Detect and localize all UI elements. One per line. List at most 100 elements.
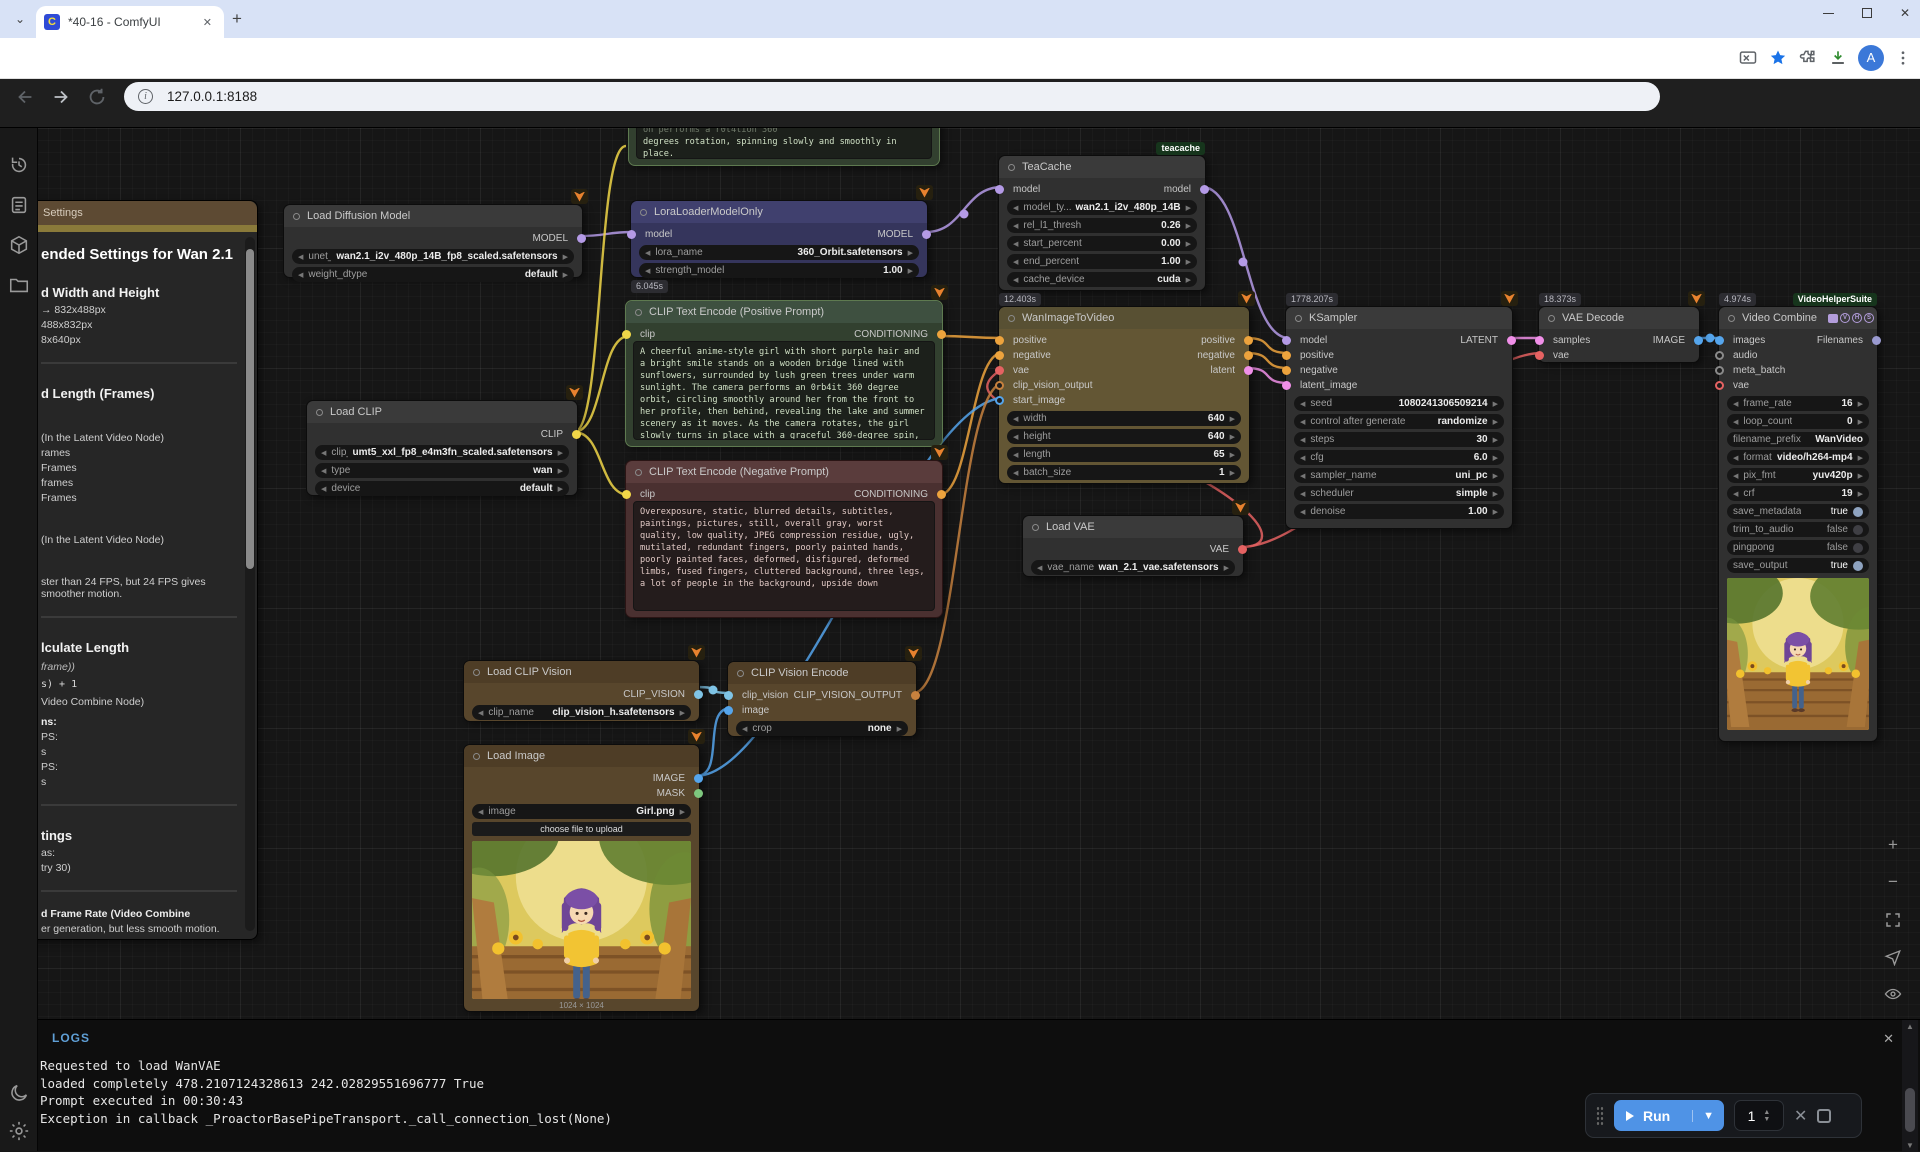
output-port-IMAGE[interactable] — [1694, 336, 1703, 345]
prompt-textarea[interactable]: on performs a r0t4tion 360degrees rotati… — [636, 128, 932, 159]
widget-pix_fmt[interactable]: ◀pix_fmtyuv420p▶ — [1727, 468, 1869, 483]
reload-icon[interactable] — [86, 86, 108, 108]
output-port-IMAGE[interactable] — [694, 774, 703, 783]
widget-denoise[interactable]: ◀denoise1.00▶ — [1294, 504, 1504, 519]
prompt-textarea[interactable]: A cheerful anime-style girl with short p… — [633, 341, 935, 440]
widget-clip_name[interactable]: ◀clip_nameclip_vision_h.safetensors▶ — [472, 705, 691, 720]
collapse-dot-icon[interactable] — [1008, 315, 1015, 322]
collapse-dot-icon[interactable] — [473, 753, 480, 760]
widget-batch_size[interactable]: ◀batch_size1▶ — [1007, 465, 1241, 480]
stepper-arrows[interactable]: ▲▼ — [1763, 1109, 1770, 1123]
widget-sampler_name[interactable]: ◀sampler_nameuni_pc▶ — [1294, 468, 1504, 483]
bookmark-star-icon[interactable] — [1768, 48, 1788, 68]
output-port-CLIP_VISION[interactable] — [694, 690, 703, 699]
notes-node-settings[interactable]: Settings ended Settings for Wan 2.1d Wid… — [0, 200, 258, 940]
profile-avatar[interactable]: A — [1858, 45, 1884, 71]
node-title[interactable]: Load Image — [464, 745, 699, 767]
input-port-images[interactable] — [1715, 336, 1724, 345]
collapse-dot-icon[interactable] — [316, 409, 323, 416]
zoom-in-button[interactable]: + — [1880, 833, 1906, 859]
collapse-dot-icon[interactable] — [473, 669, 480, 676]
output-port-negative[interactable] — [1244, 351, 1253, 360]
notes-scroll-thumb[interactable] — [246, 249, 254, 569]
clear-queue-icon[interactable]: ✕ — [1794, 1106, 1807, 1126]
node-title[interactable]: LoraLoaderModelOnly — [631, 201, 927, 223]
input-port-clip_vision[interactable] — [724, 691, 733, 700]
output-port-VAE[interactable] — [1238, 545, 1247, 554]
input-port-clip[interactable] — [622, 490, 631, 499]
node-title[interactable]: CLIP Vision Encode — [728, 662, 916, 684]
collapse-dot-icon[interactable] — [1295, 315, 1302, 322]
output-port-CLIP[interactable] — [572, 430, 581, 439]
node-title[interactable]: Load CLIP Vision — [464, 661, 699, 683]
widget-height[interactable]: ◀height640▶ — [1007, 429, 1241, 444]
node-title[interactable]: CLIP Text Encode (Negative Prompt) — [626, 461, 942, 483]
logs-close-icon[interactable]: ✕ — [1883, 1031, 1894, 1047]
toggle-trim_to_audio[interactable]: trim_to_audiofalse — [1727, 522, 1869, 537]
widget-vae_name[interactable]: ◀vae_namewan_2.1_vae.safetensors▶ — [1031, 560, 1235, 575]
workflows-folder-icon[interactable] — [8, 274, 30, 296]
green-prompt-partial[interactable]: on performs a r0t4tion 360degrees rotati… — [628, 128, 940, 166]
drag-handle[interactable] — [1596, 1106, 1604, 1126]
node-title[interactable]: Video CombineVHS? — [1719, 307, 1877, 329]
widget-format[interactable]: ◀formatvideo/h264-mp4▶ — [1727, 450, 1869, 465]
widget-strength_model[interactable]: ◀strength_model1.00▶ — [639, 263, 919, 278]
collapse-dot-icon[interactable] — [1548, 315, 1555, 322]
node-title[interactable]: KSampler — [1286, 307, 1512, 329]
collapse-dot-icon[interactable] — [293, 213, 300, 220]
settings-gear-icon[interactable] — [8, 1120, 30, 1142]
widget-end_percent[interactable]: ◀end_percent1.00▶ — [1007, 254, 1197, 269]
widget-device[interactable]: ◀devicedefault▶ — [315, 481, 569, 496]
input-port-vae[interactable] — [1715, 381, 1724, 390]
clip-text-encode-negative[interactable]: CLIP Text Encode (Negative Prompt)clipCO… — [625, 460, 943, 618]
output-port-MODEL[interactable] — [922, 230, 931, 239]
url-text[interactable]: 127.0.0.1:8188 — [167, 89, 257, 104]
node-canvas[interactable]: Idle on performs a r0t4tion 360degrees r… — [0, 128, 1920, 1019]
window-minimize-icon[interactable] — [1823, 13, 1834, 14]
browser-menu-icon[interactable] — [1894, 49, 1912, 67]
collapse-dot-icon[interactable] — [640, 209, 647, 216]
toggle-pingpong[interactable]: pingpongfalse — [1727, 540, 1869, 555]
widget-lora_name[interactable]: ◀lora_name360_Orbit.safetensors▶ — [639, 245, 919, 260]
toggle-visibility-button[interactable] — [1880, 981, 1906, 1007]
input-port-latent_image[interactable] — [1282, 381, 1291, 390]
output-port-Filenames[interactable] — [1872, 336, 1881, 345]
scroll-up-icon[interactable]: ▲ — [1906, 1022, 1914, 1031]
downloads-icon[interactable] — [1828, 48, 1848, 68]
input-port-model[interactable] — [1282, 336, 1291, 345]
forward-icon[interactable] — [50, 86, 72, 108]
load-vae[interactable]: Load VAEVAE◀vae_namewan_2.1_vae.safetens… — [1022, 515, 1244, 577]
input-port-vae[interactable] — [995, 366, 1004, 375]
address-bar[interactable]: i 127.0.0.1:8188 — [124, 82, 1660, 111]
input-port-clip_vision_output[interactable] — [995, 381, 1004, 390]
widget-scheduler[interactable]: ◀schedulersimple▶ — [1294, 486, 1504, 501]
widget-steps[interactable]: ◀steps30▶ — [1294, 432, 1504, 447]
ksampler[interactable]: 1778.207sKSamplermodelLATENTpositivenega… — [1285, 306, 1513, 529]
input-port-clip[interactable] — [622, 330, 631, 339]
widget-type[interactable]: ◀typewan▶ — [315, 463, 569, 478]
input-port-model[interactable] — [995, 185, 1004, 194]
collapse-dot-icon[interactable] — [635, 309, 642, 316]
site-info-icon[interactable]: i — [138, 89, 153, 104]
widget-unet_name[interactable]: ◀unet_namewan2.1_i2v_480p_14B_fp8_scaled… — [292, 249, 574, 264]
input-port-meta_batch[interactable] — [1715, 366, 1724, 375]
widget-rel_l1_thresh[interactable]: ◀rel_l1_thresh0.26▶ — [1007, 218, 1197, 233]
collapse-dot-icon[interactable] — [635, 469, 642, 476]
teacache[interactable]: teacacheTeaCachemodelmodel◀model_ty...wa… — [998, 155, 1206, 291]
logs-scroll-thumb[interactable] — [1905, 1088, 1915, 1132]
output-port-positive[interactable] — [1244, 336, 1253, 345]
widget-clip_name[interactable]: ◀clip_nameumt5_xxl_fp8_e4m3fn_scaled.saf… — [315, 445, 569, 460]
widget-cache_device[interactable]: ◀cache_devicecuda▶ — [1007, 272, 1197, 287]
node-title[interactable]: Load VAE — [1023, 516, 1243, 538]
node-title[interactable]: CLIP Text Encode (Positive Prompt) — [626, 301, 942, 323]
input-port-image[interactable] — [724, 706, 733, 715]
widget-weight_dtype[interactable]: ◀weight_dtypedefault▶ — [292, 267, 574, 282]
tab-search-icon[interactable]: ⌄ — [8, 8, 32, 32]
collapse-dot-icon[interactable] — [1032, 524, 1039, 531]
node-title[interactable]: Load CLIP — [307, 401, 577, 423]
scroll-down-icon[interactable]: ▼ — [1906, 1141, 1914, 1150]
load-diffusion-model[interactable]: Load Diffusion ModelMODEL◀unet_namewan2.… — [283, 204, 583, 278]
wan-image-to-video[interactable]: 12.403sWanImageToVideopositivepositivene… — [998, 306, 1250, 484]
video-combine[interactable]: 4.974sVideoHelperSuiteVideo CombineVHS?i… — [1718, 306, 1878, 742]
output-port-CONDITIONING[interactable] — [937, 490, 946, 499]
